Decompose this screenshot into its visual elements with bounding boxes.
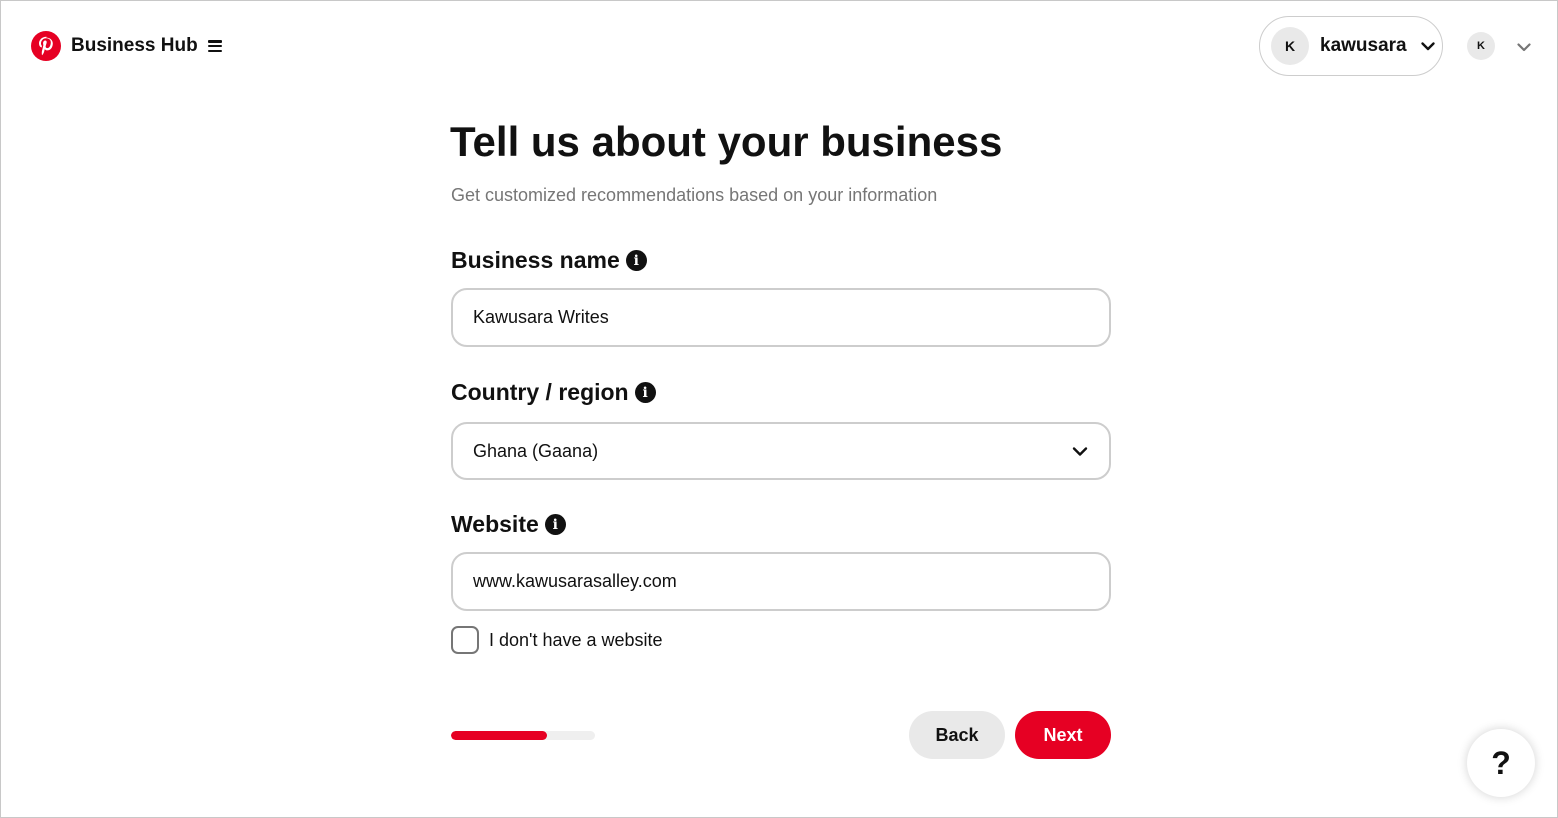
help-button[interactable]: ?	[1467, 729, 1535, 797]
user-avatar-button[interactable]: K	[1467, 32, 1495, 60]
no-website-checkbox[interactable]	[451, 626, 479, 654]
business-name-input[interactable]	[453, 290, 1109, 345]
country-region-selected-value: Ghana (Gaana)	[473, 440, 599, 461]
country-region-label-text: Country / region	[451, 379, 629, 405]
brand: Business Hub	[31, 31, 222, 61]
website-input[interactable]	[453, 554, 1109, 609]
business-name-field-wrapper	[451, 288, 1111, 347]
country-region-label: Country / region i	[451, 379, 656, 406]
website-field-wrapper	[451, 552, 1111, 611]
info-icon[interactable]: i	[544, 514, 566, 535]
back-button[interactable]: Back	[909, 711, 1005, 759]
chevron-down-icon	[1072, 447, 1088, 456]
country-region-select[interactable]: Ghana (Gaana)	[451, 422, 1111, 480]
brand-title[interactable]: Business Hub	[71, 35, 198, 57]
account-switcher-button[interactable]: K kawusara	[1259, 16, 1443, 76]
info-icon[interactable]: i	[634, 382, 656, 403]
pinterest-logo-icon[interactable]	[31, 31, 61, 61]
step-progress-fill	[451, 731, 548, 740]
website-label: Website i	[451, 511, 566, 538]
business-name-label: Business name i	[451, 247, 647, 274]
avatar: K	[1271, 27, 1309, 65]
no-website-checkbox-row: I don't have a website	[451, 626, 663, 654]
page-title: Tell us about your business	[450, 118, 1003, 165]
no-website-checkbox-label[interactable]: I don't have a website	[489, 630, 663, 651]
chevron-down-icon	[1420, 42, 1435, 51]
account-name: kawusara	[1320, 35, 1407, 56]
business-name-label-text: Business name	[451, 247, 620, 273]
step-progress-bar	[451, 731, 595, 740]
info-icon[interactable]: i	[625, 250, 647, 271]
page-subtitle: Get customized recommendations based on …	[451, 185, 938, 205]
account-menu-chevron-down-icon[interactable]	[1516, 39, 1532, 55]
next-button[interactable]: Next	[1015, 711, 1111, 759]
website-label-text: Website	[451, 511, 539, 537]
hamburger-menu-icon[interactable]	[207, 40, 222, 52]
